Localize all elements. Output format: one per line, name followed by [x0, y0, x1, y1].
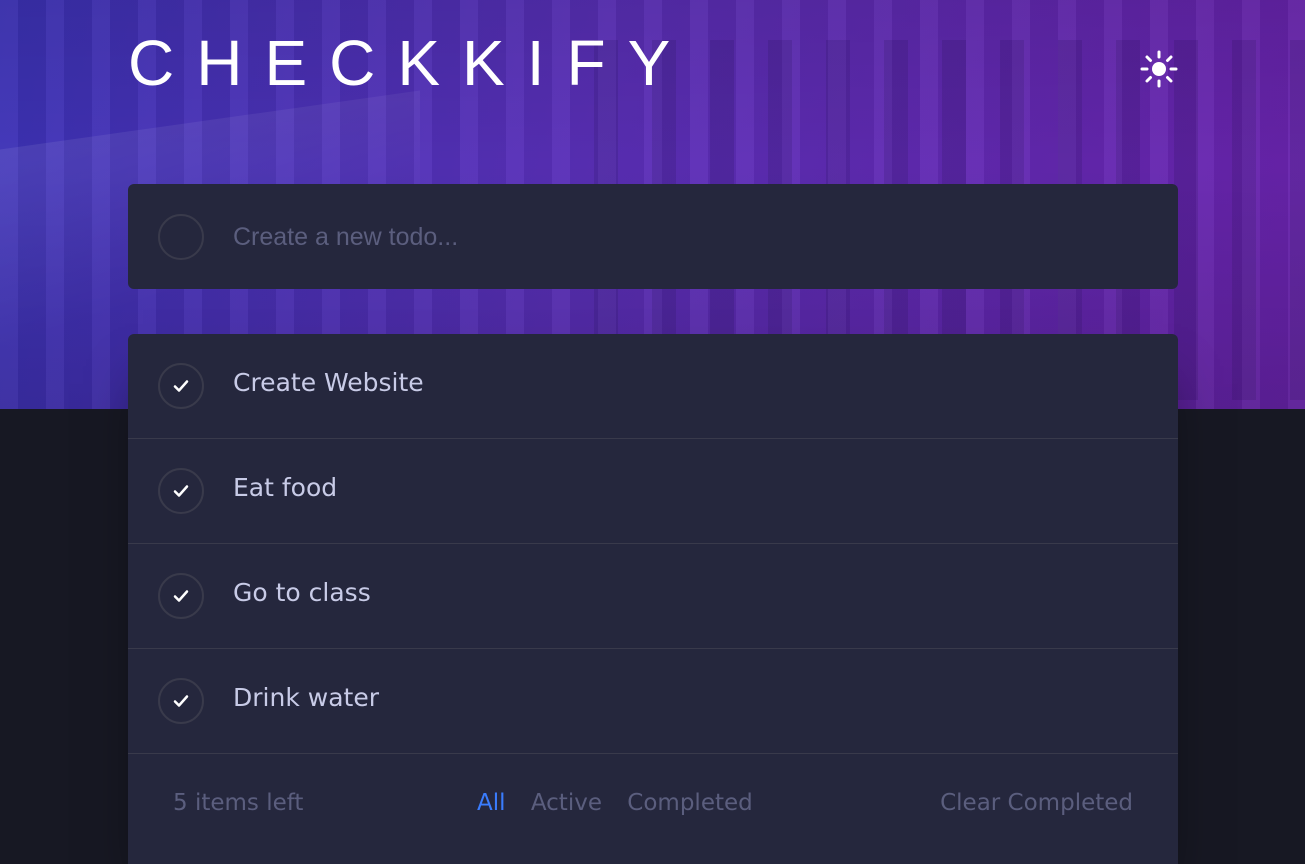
- clear-completed-button[interactable]: Clear Completed: [940, 790, 1133, 816]
- new-todo-circle[interactable]: [158, 214, 204, 260]
- check-icon: [173, 695, 189, 707]
- todo-checkbox[interactable]: [158, 468, 204, 514]
- check-icon: [173, 485, 189, 497]
- todo-checkbox[interactable]: [158, 573, 204, 619]
- app-title: CHECKKIFY: [128, 27, 693, 99]
- todo-list: Create Website Eat food Go to class Drin…: [128, 334, 1178, 864]
- todo-label: Drink water: [233, 683, 379, 712]
- theme-toggle-button[interactable]: [1137, 47, 1181, 91]
- list-item[interactable]: Create Website: [128, 334, 1178, 439]
- todo-checkbox[interactable]: [158, 363, 204, 409]
- new-todo-input[interactable]: [233, 214, 1133, 260]
- filter-group: All Active Completed: [477, 790, 771, 816]
- check-icon: [173, 590, 189, 602]
- list-footer: 5 items left All Active Completed Clear …: [128, 754, 1178, 854]
- todo-checkbox[interactable]: [158, 678, 204, 724]
- filter-completed[interactable]: Completed: [627, 790, 752, 816]
- list-item[interactable]: Eat food: [128, 439, 1178, 544]
- filter-all[interactable]: All: [477, 790, 506, 816]
- todo-label: Eat food: [233, 473, 338, 502]
- list-item[interactable]: Go to class: [128, 544, 1178, 649]
- new-todo-card: [128, 184, 1178, 289]
- list-item[interactable]: Drink water: [128, 649, 1178, 754]
- items-left-count: 5 items left: [173, 790, 304, 816]
- filter-active[interactable]: Active: [531, 790, 602, 816]
- check-icon: [173, 380, 189, 392]
- todo-label: Go to class: [233, 578, 371, 607]
- todo-label: Create Website: [233, 368, 424, 397]
- sun-icon: [1140, 50, 1178, 88]
